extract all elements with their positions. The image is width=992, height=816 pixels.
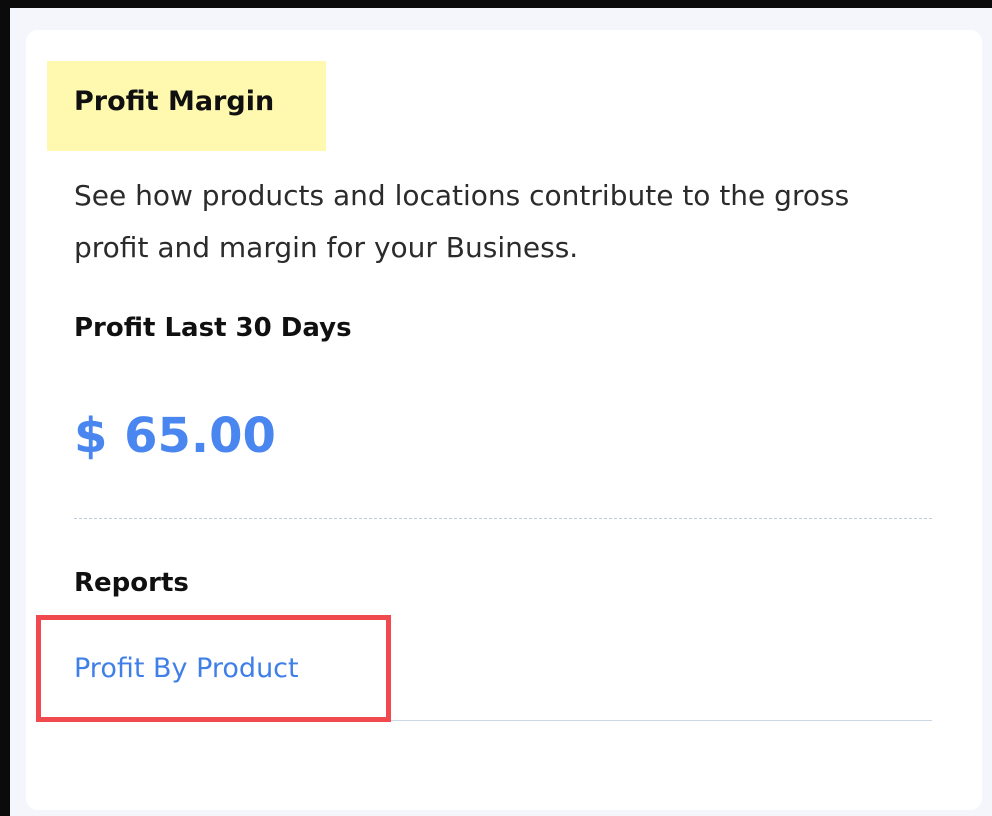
- profit-by-product-link[interactable]: Profit By Product: [74, 653, 299, 684]
- profit-amount: $ 65.00: [74, 408, 276, 464]
- profit-period-label: Profit Last 30 Days: [74, 313, 352, 343]
- report-link-underline: [74, 720, 932, 721]
- reports-heading: Reports: [74, 568, 189, 598]
- card-title: Profit Margin: [74, 86, 275, 117]
- card-description: See how products and locations contribut…: [74, 179, 850, 264]
- section-divider: [74, 518, 932, 519]
